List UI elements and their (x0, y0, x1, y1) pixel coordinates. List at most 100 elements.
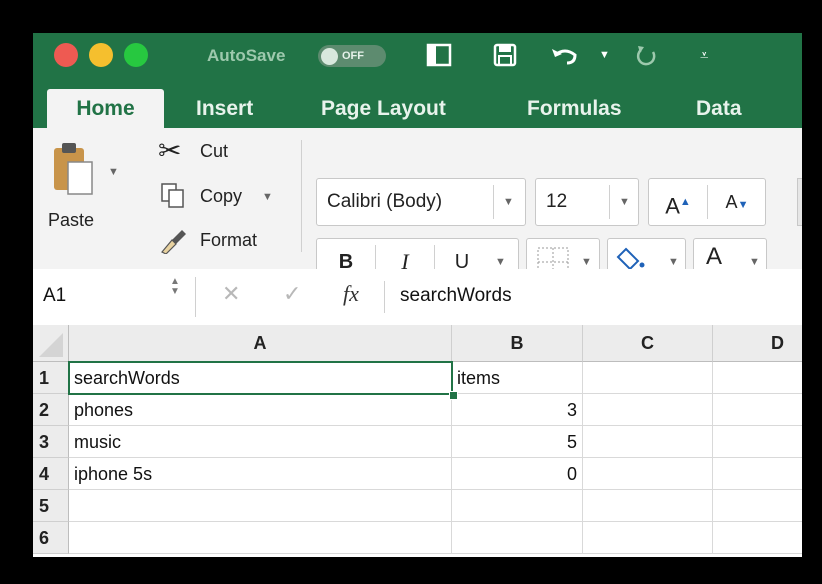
cell-c2[interactable] (583, 394, 713, 426)
row-header-3[interactable]: 3 (33, 426, 69, 458)
format-painter-button[interactable]: Format (158, 226, 288, 258)
row-header-1[interactable]: 1 (33, 362, 69, 394)
cell-d2[interactable] (713, 394, 802, 426)
fill-handle[interactable] (449, 391, 458, 400)
cell-a5[interactable] (69, 490, 452, 522)
cell-a3[interactable]: music (69, 426, 452, 458)
format-label: Format (200, 230, 258, 250)
column-header-b[interactable]: B (452, 325, 583, 362)
formula-bar: A1 ▲ ▼ ✕ ✓ fx searchWords (33, 269, 802, 326)
chevron-down-icon: ▼ (503, 196, 514, 208)
cell-c6[interactable] (583, 522, 713, 554)
font-color-label: A (706, 243, 723, 270)
cell-b5[interactable] (452, 490, 583, 522)
tab-home[interactable]: Home (47, 89, 164, 128)
close-window-button[interactable] (54, 43, 78, 67)
tab-page-layout[interactable]: Page Layout (321, 89, 446, 128)
paintbrush-icon (161, 230, 186, 254)
excel-window: AutoSave OFF ▼ ⩡ Home Insert Page Layout… (33, 33, 802, 557)
tab-insert[interactable]: Insert (196, 89, 253, 128)
cell-b1[interactable]: items (452, 362, 583, 394)
select-all-corner[interactable] (33, 325, 69, 362)
ribbon-divider (301, 140, 302, 252)
copy-button[interactable]: Copy ▼ (158, 182, 288, 214)
paste-label: Paste (48, 210, 95, 230)
cell-d5[interactable] (713, 490, 802, 522)
font-size-value: 12 (546, 191, 568, 212)
cut-label: Cut (200, 141, 229, 161)
minimize-window-button[interactable] (89, 43, 113, 67)
tab-data[interactable]: Data (696, 89, 742, 128)
undo-dropdown-icon[interactable]: ▼ (599, 33, 610, 78)
cell-b6[interactable] (452, 522, 583, 554)
cell-c1[interactable] (583, 362, 713, 394)
copy-icon (161, 183, 184, 208)
triangle-up-icon: ▲ (679, 196, 691, 208)
increase-font-size-label: A (665, 193, 680, 219)
row-header-4[interactable]: 4 (33, 458, 69, 490)
cell-a4[interactable]: iphone 5s (69, 458, 452, 490)
triangle-down-icon: ▼ (737, 199, 749, 211)
font-name-select[interactable]: Calibri (Body) ▼ (316, 178, 526, 226)
cell-b4[interactable]: 0 (452, 458, 583, 490)
row-header-2[interactable]: 2 (33, 394, 69, 426)
cell-a1[interactable]: searchWords (69, 362, 452, 394)
copy-dropdown-icon[interactable]: ▼ (262, 191, 273, 203)
autosave-state: OFF (342, 50, 364, 62)
font-size-buttons: A▲ A▼ (648, 178, 766, 226)
name-box-value: A1 (43, 285, 67, 306)
name-box[interactable]: A1 ▲ ▼ (33, 269, 195, 325)
select-divider (493, 185, 494, 219)
column-header-a[interactable]: A (69, 325, 452, 362)
cell-d3[interactable] (713, 426, 802, 458)
name-box-stepper-icon[interactable]: ▲ ▼ (170, 277, 180, 297)
decrease-font-size-button[interactable]: A▼ (708, 179, 766, 225)
cell-c5[interactable] (583, 490, 713, 522)
home-ribbon: ▼ Paste ✂ Cut Copy ▼ Format Calibri (Bod… (33, 128, 802, 286)
toggle-knob (321, 48, 338, 65)
underline-dropdown-icon[interactable]: ▼ (495, 256, 506, 268)
tab-formulas[interactable]: Formulas (527, 89, 622, 128)
formula-input[interactable]: searchWords (400, 285, 512, 307)
fill-color-dropdown-icon[interactable]: ▼ (668, 256, 679, 268)
paste-button[interactable]: ▼ Paste (46, 136, 119, 246)
cell-a2[interactable]: phones (69, 394, 452, 426)
undo-icon[interactable] (551, 45, 579, 67)
cut-button[interactable]: ✂ Cut (158, 135, 268, 170)
select-all-triangle-icon (39, 333, 63, 357)
font-color-dropdown-icon[interactable]: ▼ (749, 256, 760, 268)
row-header-6[interactable]: 6 (33, 522, 69, 554)
ribbon-tabs: Home Insert Page Layout Formulas Data (33, 78, 802, 128)
cell-c4[interactable] (583, 458, 713, 490)
autosave-label: AutoSave (207, 46, 286, 65)
save-icon[interactable] (493, 43, 517, 67)
ribbon-clipped-control (797, 178, 802, 226)
chevron-down-icon: ▼ (619, 196, 630, 208)
column-header-c[interactable]: C (583, 325, 713, 362)
zoom-window-button[interactable] (124, 43, 148, 67)
row-header-5[interactable]: 5 (33, 490, 69, 522)
confirm-icon[interactable]: ✓ (283, 281, 301, 307)
spreadsheet-grid: A B C D 1 searchWords items 2 phones 3 3… (33, 325, 802, 557)
copy-label: Copy (200, 186, 243, 206)
cell-b2[interactable]: 3 (452, 394, 583, 426)
cell-a6[interactable] (69, 522, 452, 554)
borders-dropdown-icon[interactable]: ▼ (581, 256, 592, 268)
cell-d1[interactable] (713, 362, 802, 394)
customize-toolbar-icon[interactable]: ⩡ (700, 33, 708, 78)
font-size-select[interactable]: 12 ▼ (535, 178, 639, 226)
cell-d6[interactable] (713, 522, 802, 554)
sidebar-toggle-icon[interactable] (426, 43, 452, 67)
redo-icon[interactable] (635, 44, 659, 68)
font-name-value: Calibri (Body) (327, 191, 443, 212)
function-icon[interactable]: fx (343, 281, 359, 307)
cell-b3[interactable]: 5 (452, 426, 583, 458)
cancel-icon[interactable]: ✕ (222, 281, 240, 307)
cell-d4[interactable] (713, 458, 802, 490)
formula-divider (195, 277, 196, 317)
cell-c3[interactable] (583, 426, 713, 458)
column-header-d[interactable]: D (713, 325, 802, 362)
increase-font-size-button[interactable]: A▲ (649, 179, 707, 225)
paste-dropdown-icon[interactable]: ▼ (108, 166, 119, 178)
autosave-toggle[interactable]: OFF (318, 45, 386, 67)
